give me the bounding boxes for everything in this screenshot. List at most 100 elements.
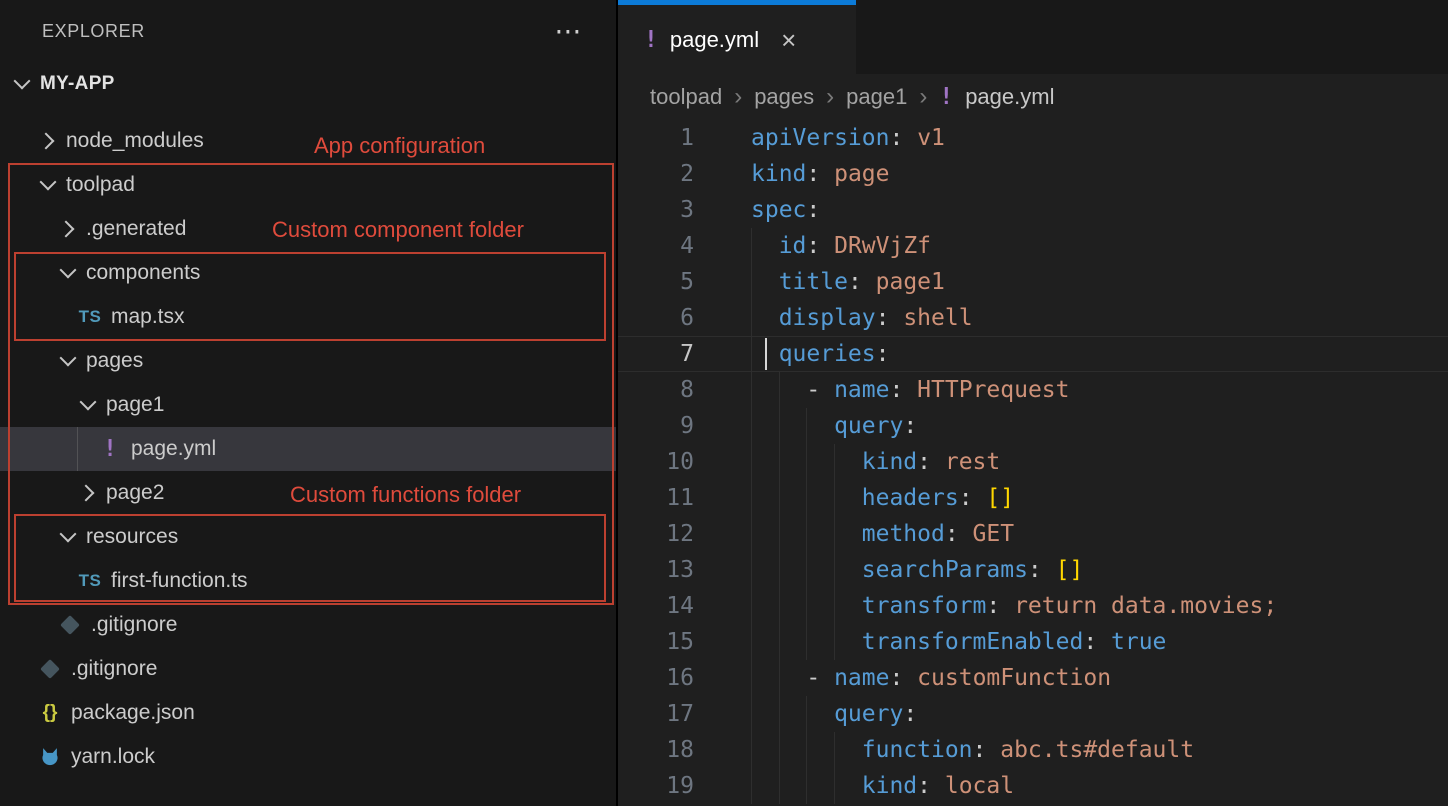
code-line-5[interactable]: 5title: page1 — [618, 264, 1448, 300]
line-number[interactable]: 17 — [618, 696, 694, 732]
breadcrumb-item-toolpad[interactable]: toolpad — [650, 84, 722, 110]
code-line-16[interactable]: 16- name: customFunction — [618, 660, 1448, 696]
line-content: display: shell — [694, 300, 973, 336]
code-token: : — [848, 269, 862, 295]
indent-guide — [779, 480, 807, 516]
indent-guide — [834, 624, 862, 660]
line-number[interactable]: 13 — [618, 552, 694, 588]
line-content: query: — [694, 408, 917, 444]
line-content: kind: page — [694, 156, 890, 192]
code-line-4[interactable]: 4id: DRwVjZf — [618, 228, 1448, 264]
tree-item--generated[interactable]: .generated — [0, 207, 616, 251]
indent-guide — [806, 732, 834, 768]
chevron-right-icon — [36, 129, 60, 153]
line-content: headers: [] — [694, 480, 1014, 516]
line-number[interactable]: 8 — [618, 372, 694, 408]
line-number[interactable]: 3 — [618, 192, 694, 228]
indent-guide — [806, 516, 834, 552]
tree-item-package-json[interactable]: {}package.json — [0, 691, 616, 735]
code-line-7[interactable]: 7queries: — [618, 336, 1448, 372]
line-content: apiVersion: v1 — [694, 120, 945, 156]
code-token: abc.ts#default — [986, 737, 1194, 763]
line-content: - name: customFunction — [694, 660, 1111, 696]
breadcrumb-item-page-yml[interactable]: page.yml — [965, 84, 1054, 110]
code-line-13[interactable]: 13searchParams: [] — [618, 552, 1448, 588]
tree-item-first-function-ts[interactable]: TSfirst-function.ts — [0, 559, 616, 603]
code-line-6[interactable]: 6display: shell — [618, 300, 1448, 336]
line-content: kind: rest — [694, 444, 1000, 480]
more-actions-icon[interactable]: ⋯ — [554, 18, 582, 45]
line-number[interactable]: 12 — [618, 516, 694, 552]
code-line-8[interactable]: 8- name: HTTPrequest — [618, 372, 1448, 408]
code-line-9[interactable]: 9query: — [618, 408, 1448, 444]
line-content: query: — [694, 696, 917, 732]
chevron-down-icon — [10, 72, 34, 96]
indent-guide — [751, 732, 779, 768]
line-number[interactable]: 11 — [618, 480, 694, 516]
line-number[interactable]: 4 — [618, 228, 694, 264]
line-number[interactable]: 15 — [618, 624, 694, 660]
code-line-15[interactable]: 15transformEnabled: true — [618, 624, 1448, 660]
line-content: title: page1 — [694, 264, 945, 300]
line-number[interactable]: 5 — [618, 264, 694, 300]
tree-item-map-tsx[interactable]: TSmap.tsx — [0, 295, 616, 339]
vscode-window: EXPLORER ⋯ MY-APP node_modulestoolpad.ge… — [0, 0, 1448, 806]
code-token: : — [806, 233, 820, 259]
code-token: : — [806, 197, 820, 223]
tree-item-yarn-lock[interactable]: yarn.lock — [0, 735, 616, 779]
tree-item-label: resources — [86, 525, 178, 549]
code-line-12[interactable]: 12method: GET — [618, 516, 1448, 552]
breadcrumb-item-pages[interactable]: pages — [754, 84, 814, 110]
code-line-19[interactable]: 19kind: local — [618, 768, 1448, 804]
line-number[interactable]: 19 — [618, 768, 694, 804]
line-number[interactable]: 1 — [618, 120, 694, 156]
tree-item-node-modules[interactable]: node_modules — [0, 119, 616, 163]
line-number[interactable]: 6 — [618, 300, 694, 336]
code-line-18[interactable]: 18function: abc.ts#default — [618, 732, 1448, 768]
tree-root-my-app[interactable]: MY-APP — [0, 62, 616, 106]
tree-item-page1[interactable]: page1 — [0, 383, 616, 427]
indent-guide — [779, 552, 807, 588]
line-number[interactable]: 7 — [618, 336, 694, 372]
code-token: [] — [1056, 557, 1084, 583]
code-token: : — [959, 485, 973, 511]
tree-item--gitignore[interactable]: .gitignore — [0, 647, 616, 691]
breadcrumb-item-page1[interactable]: page1 — [846, 84, 907, 110]
code-editor[interactable]: 1apiVersion: v12kind: page3spec:4id: DRw… — [618, 120, 1448, 806]
code-line-14[interactable]: 14transform: return data.movies; — [618, 588, 1448, 624]
close-icon[interactable]: × — [781, 27, 796, 53]
indent-guide — [779, 588, 807, 624]
tree-item-toolpad[interactable]: toolpad — [0, 163, 616, 207]
chevron-down-icon — [36, 173, 60, 197]
code-token: true — [1097, 629, 1166, 655]
line-number[interactable]: 2 — [618, 156, 694, 192]
line-number[interactable]: 18 — [618, 732, 694, 768]
code-line-17[interactable]: 17query: — [618, 696, 1448, 732]
code-token: apiVersion — [751, 125, 889, 151]
code-token: local — [931, 773, 1014, 799]
code-line-1[interactable]: 1apiVersion: v1 — [618, 120, 1448, 156]
line-number[interactable]: 14 — [618, 588, 694, 624]
tree-item-page2[interactable]: page2 — [0, 471, 616, 515]
tab-page-yml[interactable]: ! page.yml × — [618, 0, 856, 74]
code-line-3[interactable]: 3spec: — [618, 192, 1448, 228]
tree-item--gitignore[interactable]: .gitignore — [0, 603, 616, 647]
line-number[interactable]: 16 — [618, 660, 694, 696]
line-content: transformEnabled: true — [694, 624, 1166, 660]
tab-bar: ! page.yml × — [618, 0, 1448, 74]
tree-item-pages[interactable]: pages — [0, 339, 616, 383]
code-line-2[interactable]: 2kind: page — [618, 156, 1448, 192]
explorer-header: EXPLORER ⋯ — [0, 0, 616, 62]
line-number[interactable]: 9 — [618, 408, 694, 444]
code-token: : — [1083, 629, 1097, 655]
line-number[interactable]: 10 — [618, 444, 694, 480]
code-token: id — [779, 233, 807, 259]
tree-item-components[interactable]: components — [0, 251, 616, 295]
tree-item-resources[interactable]: resources — [0, 515, 616, 559]
indent-guide — [806, 444, 834, 480]
code-line-11[interactable]: 11headers: [] — [618, 480, 1448, 516]
tree-item-label: pages — [86, 349, 143, 373]
tree-item-page-yml[interactable]: !page.yml — [0, 427, 616, 471]
code-line-10[interactable]: 10kind: rest — [618, 444, 1448, 480]
indent-guide — [751, 444, 779, 480]
